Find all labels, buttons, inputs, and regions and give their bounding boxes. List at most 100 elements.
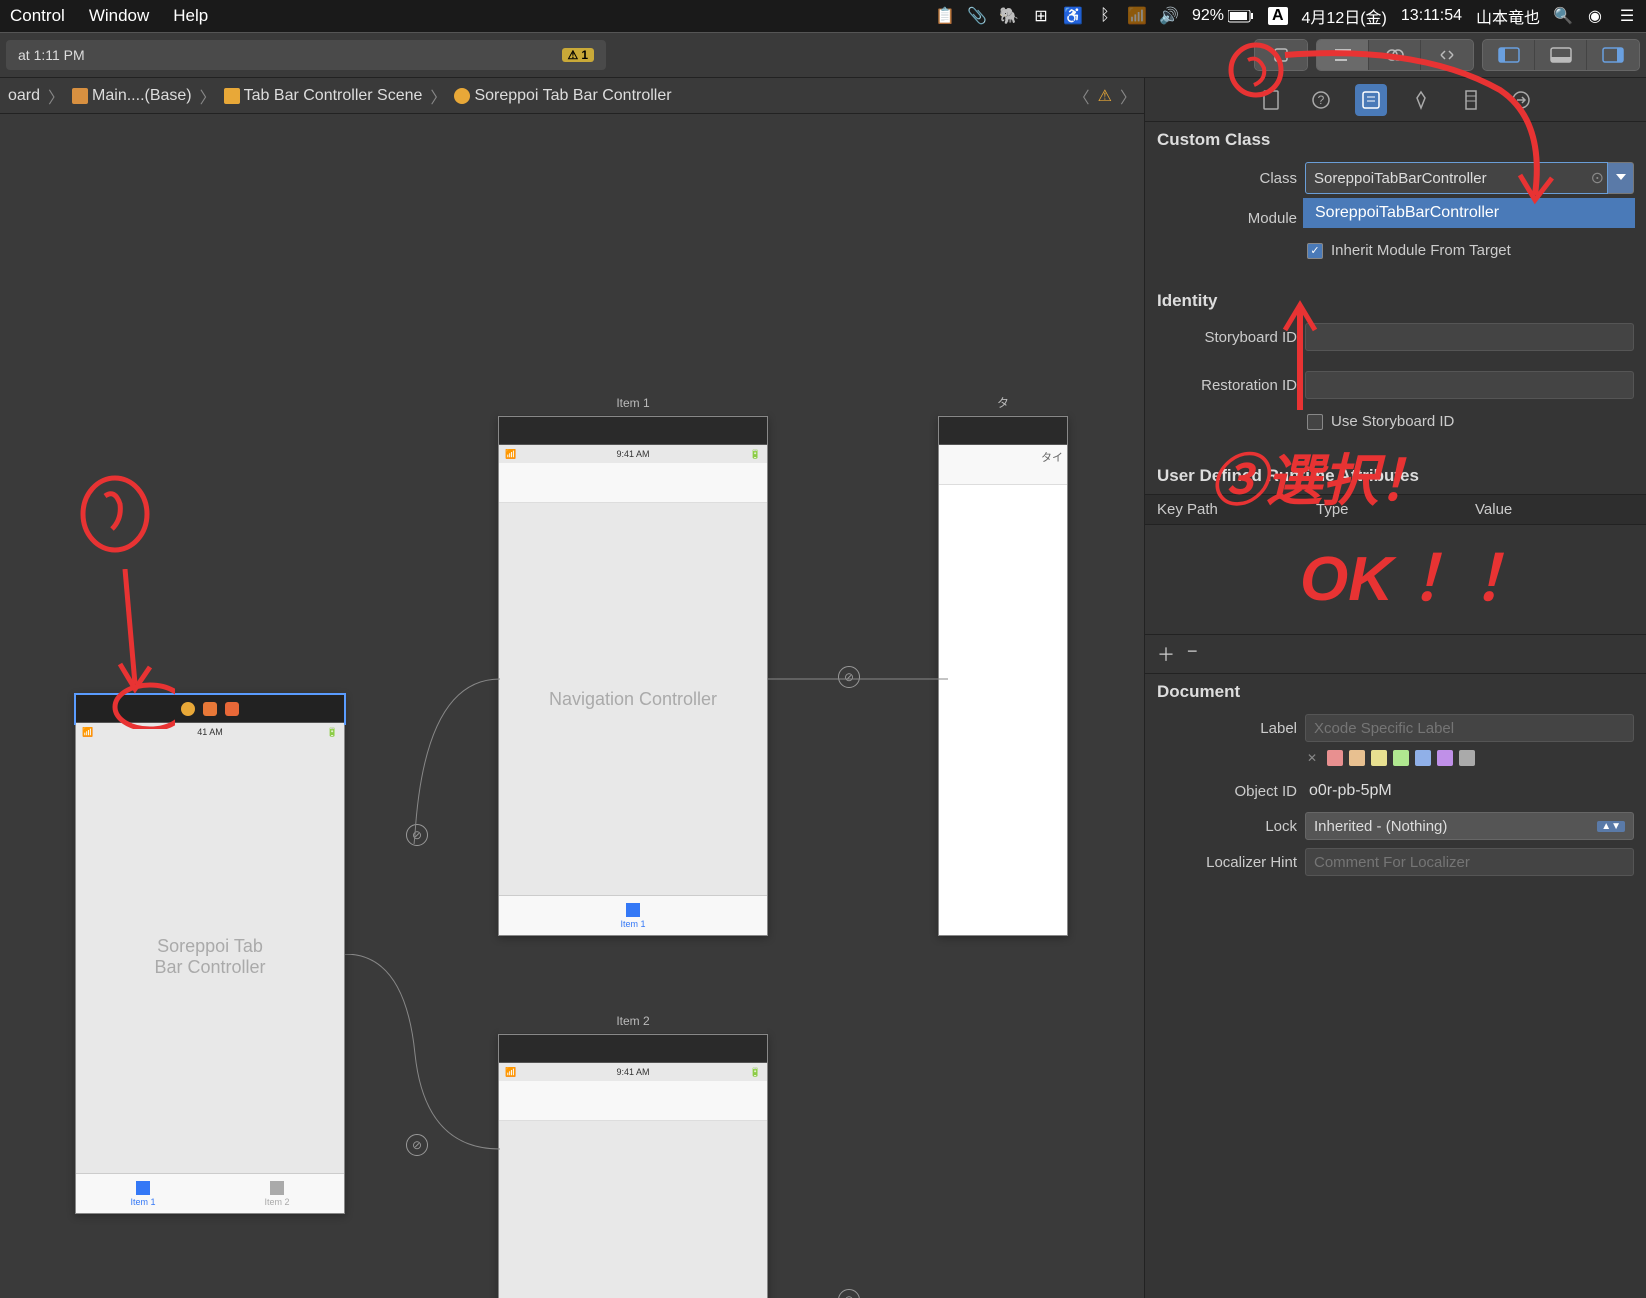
input-indicator[interactable]: A xyxy=(1268,7,1288,25)
volume-icon[interactable]: 🔊 xyxy=(1160,7,1178,25)
tab-item-1: Item 1 xyxy=(499,896,767,935)
nav-controller-2-frame[interactable]: Item 2 📶9:41 AM🔋 Navigation Controller xyxy=(498,1034,768,1298)
nav-controller-1-frame[interactable]: Item 1 📶9:41 AM🔋 Navigation Controller I… xyxy=(498,416,768,936)
status-bar: 📶41 AM🔋 xyxy=(76,723,344,741)
class-label: Class xyxy=(1157,170,1297,187)
standard-editor-button[interactable] xyxy=(1255,40,1307,70)
scene-icon xyxy=(224,88,240,104)
user-name[interactable]: 山本竜也 xyxy=(1476,4,1540,28)
controller-icon xyxy=(454,88,470,104)
battery-status[interactable]: 92% xyxy=(1192,7,1254,25)
device-header[interactable] xyxy=(76,695,344,723)
localizer-hint-input[interactable] xyxy=(1305,848,1634,876)
nav-forward-button[interactable]: 〉 xyxy=(1120,84,1136,108)
doc-label-input[interactable] xyxy=(1305,714,1634,742)
clipboard-icon[interactable]: 📋 xyxy=(936,7,954,25)
lock-select[interactable]: Inherited - (Nothing)▲▼ xyxy=(1305,812,1634,840)
connections-inspector-tab[interactable] xyxy=(1505,84,1537,116)
grid-icon[interactable]: ⊞ xyxy=(1032,7,1050,25)
exit-dot-icon xyxy=(225,702,239,716)
tabbar-controller-frame[interactable]: 📶41 AM🔋 Soreppoi Tab Bar Controller Item… xyxy=(75,694,345,1214)
swatch-green[interactable] xyxy=(1393,750,1409,766)
clear-color-button[interactable]: ✕ xyxy=(1307,751,1317,765)
nav-warning-icon[interactable]: ⚠ xyxy=(1098,86,1112,106)
swatch-yellow[interactable] xyxy=(1371,750,1387,766)
status-bar: 📶9:41 AM🔋 xyxy=(499,445,767,463)
swatch-gray[interactable] xyxy=(1459,750,1475,766)
breadcrumb-sep: 〉 xyxy=(44,84,68,108)
attr-col-keypath: Key Path xyxy=(1157,501,1316,518)
module-dropdown-item[interactable]: SoreppoiTabBarController xyxy=(1303,198,1635,228)
warning-badge[interactable]: ⚠ 1 xyxy=(562,48,594,62)
help-inspector-tab[interactable]: ? xyxy=(1305,84,1337,116)
size-inspector-tab[interactable] xyxy=(1455,84,1487,116)
clear-icon[interactable]: ⊙ xyxy=(1591,168,1604,188)
tab-item-1[interactable]: Item 1 xyxy=(76,1174,210,1213)
nav-back-button[interactable]: 〈 xyxy=(1074,84,1090,108)
bottom-panel-button[interactable] xyxy=(1535,40,1587,70)
siri-icon[interactable]: ◉ xyxy=(1586,7,1604,25)
status-bar: 📶9:41 AM🔋 xyxy=(499,1063,767,1081)
color-swatches: ✕ xyxy=(1145,746,1646,774)
swatch-purple[interactable] xyxy=(1437,750,1453,766)
time-display[interactable]: 13:11:54 xyxy=(1401,7,1462,25)
menu-window[interactable]: Window xyxy=(89,6,149,26)
inherit-module-checkbox[interactable]: ✓ xyxy=(1307,243,1323,259)
tab-item-2[interactable]: Item 2 xyxy=(210,1174,344,1213)
menu-help[interactable]: Help xyxy=(173,6,208,26)
breadcrumb-nav: 〈 ⚠ 〉 xyxy=(1074,84,1136,108)
view-label: タイ xyxy=(939,445,1067,485)
segue-dot[interactable]: ⊘ xyxy=(838,1289,860,1298)
assistant-editor-button[interactable] xyxy=(1369,40,1421,70)
breadcrumb-item-3[interactable]: Soreppoi Tab Bar Controller xyxy=(454,87,671,105)
menu-control[interactable]: Control xyxy=(10,6,65,26)
breadcrumb-item-1[interactable]: Main....(Base) xyxy=(72,87,192,105)
spotlight-icon[interactable]: 🔍 xyxy=(1554,7,1572,25)
responder-dot-icon xyxy=(203,702,217,716)
bluetooth-icon[interactable]: ᛒ xyxy=(1096,7,1114,25)
evernote-icon[interactable]: 🐘 xyxy=(1000,7,1018,25)
document-title: Document xyxy=(1145,674,1646,710)
wifi-icon[interactable]: 📶 xyxy=(1128,7,1146,25)
class-dropdown-button[interactable] xyxy=(1608,162,1634,194)
swatch-orange[interactable] xyxy=(1349,750,1365,766)
restoration-id-input[interactable] xyxy=(1305,371,1634,399)
inherit-module-label: Inherit Module From Target xyxy=(1331,242,1511,259)
remove-attribute-button[interactable]: − xyxy=(1187,641,1198,667)
battery-pct: 92% xyxy=(1192,7,1224,25)
swatch-blue[interactable] xyxy=(1415,750,1431,766)
text-editor-button[interactable] xyxy=(1317,40,1369,70)
segue-dot[interactable]: ⊘ xyxy=(838,666,860,688)
object-id-label: Object ID xyxy=(1157,783,1297,800)
breadcrumb-sep: 〉 xyxy=(426,84,450,108)
doc-label-label: Label xyxy=(1157,720,1297,737)
controller-label: Navigation Controller xyxy=(499,503,767,895)
attributes-inspector-tab[interactable] xyxy=(1405,84,1437,116)
identity-inspector-tab[interactable] xyxy=(1355,84,1387,116)
breadcrumb-item-0[interactable]: oard xyxy=(8,87,40,105)
attachment-icon[interactable]: 📎 xyxy=(968,7,986,25)
left-panel-button[interactable] xyxy=(1483,40,1535,70)
build-status[interactable]: at 1:11 PM ⚠ 1 xyxy=(6,40,606,70)
version-editor-button[interactable] xyxy=(1421,40,1473,70)
storyboard-id-input[interactable] xyxy=(1305,323,1634,351)
attributes-body[interactable] xyxy=(1145,525,1646,635)
attributes-title: User Defined Runtime Attributes xyxy=(1145,458,1646,494)
add-attribute-button[interactable]: ＋ xyxy=(1157,641,1175,667)
view-controller-1-frame[interactable]: タ タイ xyxy=(938,416,1068,936)
breadcrumb-sep: 〉 xyxy=(196,84,220,108)
segue-dot[interactable]: ⊘ xyxy=(406,824,428,846)
breadcrumb-item-2[interactable]: Tab Bar Controller Scene xyxy=(224,87,423,105)
class-input[interactable] xyxy=(1305,162,1608,194)
breadcrumb: oard 〉 Main....(Base) 〉 Tab Bar Controll… xyxy=(0,78,1144,114)
segue-dot[interactable]: ⊘ xyxy=(406,1134,428,1156)
xcode-toolbar: at 1:11 PM ⚠ 1 xyxy=(0,32,1646,78)
accessibility-icon[interactable]: ♿ xyxy=(1064,7,1082,25)
use-storyboard-id-checkbox[interactable] xyxy=(1307,414,1323,430)
file-inspector-tab[interactable] xyxy=(1255,84,1287,116)
notification-icon[interactable]: ☰ xyxy=(1618,7,1636,25)
right-panel-button[interactable] xyxy=(1587,40,1639,70)
storyboard-canvas[interactable]: 📶41 AM🔋 Soreppoi Tab Bar Controller Item… xyxy=(0,114,1144,1298)
date-display[interactable]: 4月12日(金) xyxy=(1302,4,1387,28)
swatch-red[interactable] xyxy=(1327,750,1343,766)
